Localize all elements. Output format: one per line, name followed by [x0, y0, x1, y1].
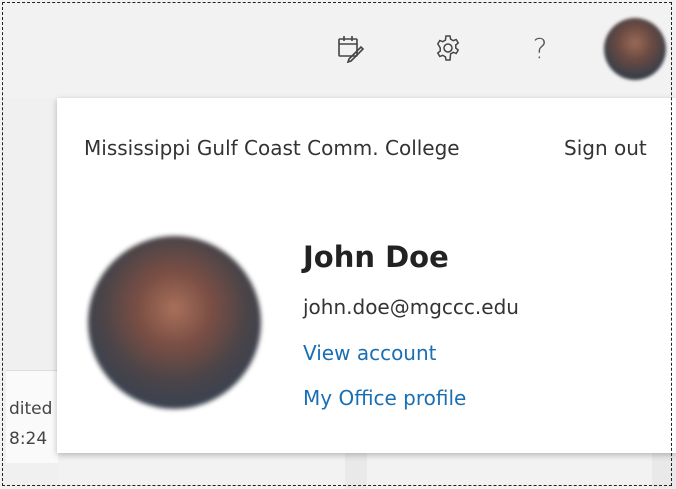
help-glyph: ? [532, 31, 548, 65]
user-name: John Doe [303, 240, 449, 274]
user-email: john.doe@mgccc.edu [303, 295, 519, 319]
my-day-icon[interactable] [330, 28, 370, 68]
background-card: dited 8:24 [6, 370, 59, 463]
background-strip [58, 453, 676, 489]
profile-avatar[interactable] [88, 236, 261, 409]
background-divider [345, 453, 367, 489]
account-avatar-button[interactable] [604, 18, 666, 80]
background-divider [652, 453, 676, 489]
background-card-line: 8:24 [9, 429, 48, 449]
office-profile-link[interactable]: My Office profile [303, 386, 466, 410]
view-account-link[interactable]: View account [303, 341, 437, 365]
background-card-line: dited [9, 399, 53, 419]
account-manager-panel: Mississippi Gulf Coast Comm. College Sig… [57, 98, 676, 453]
settings-icon[interactable] [428, 28, 468, 68]
top-bar: ? [0, 0, 676, 98]
organization-name: Mississippi Gulf Coast Comm. College [84, 136, 460, 160]
sign-out-link[interactable]: Sign out [564, 136, 647, 160]
help-icon[interactable]: ? [520, 28, 560, 68]
